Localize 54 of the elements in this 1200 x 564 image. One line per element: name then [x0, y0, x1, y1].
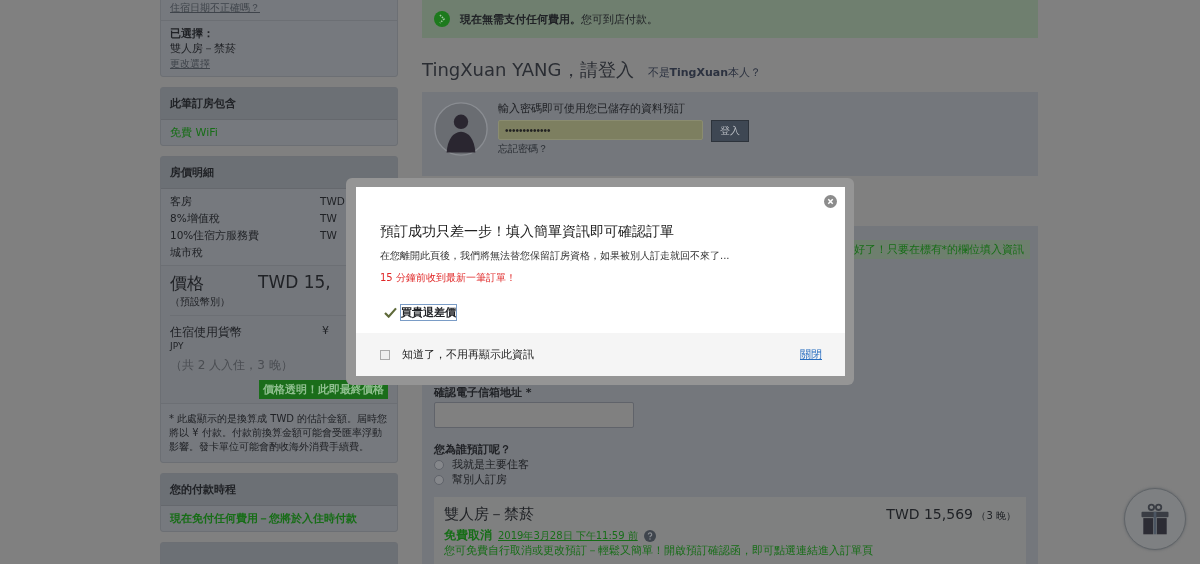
avatar-icon [434, 102, 488, 156]
price-value: TW [320, 211, 338, 226]
checkbox-label: 知道了，不用再顯示此資訊 [402, 347, 534, 362]
field-label: 確認電子信箱地址 * [434, 385, 533, 400]
checkmark-icon [384, 307, 397, 318]
login-heading: TingXuan YANG，請登入 [422, 58, 634, 82]
price-label: 價格 [170, 272, 205, 295]
modal-title: 預訂成功只差一步！填入簡單資訊即可確認訂單 [380, 223, 675, 241]
nights-text: （3 晚） [976, 510, 1016, 521]
currency-value: ¥ [322, 324, 329, 339]
price-total: TWD 15, [258, 272, 331, 294]
card-title: 房價明細 [161, 157, 397, 189]
login-prompt: 輸入密碼即可使用您已儲存的資料預訂 [498, 102, 686, 116]
currency-label: 住宿使用貨幣 [170, 324, 242, 341]
login-button[interactable]: 登入 [711, 120, 749, 142]
price-sublabel: （預設幣別） [170, 295, 230, 309]
cancel-text: 您可免費自行取消或更改預訂－輕鬆又簡單！開啟預訂確認函，即可點選連結進入訂單頁 [444, 544, 874, 558]
close-link[interactable]: 關閉 [800, 347, 822, 362]
radio-label: 我就是主要住客 [452, 457, 529, 472]
check-circle-icon [434, 11, 450, 27]
help-icon[interactable] [643, 529, 656, 542]
cancel-date: 2019年3月28日 下午11:59 前 [498, 528, 638, 543]
password-field[interactable]: ••••••••••••• [498, 120, 703, 140]
checkbox[interactable] [380, 349, 390, 360]
price-value: TWD [320, 194, 346, 209]
price-label: 10%住宿方服務費 [170, 228, 261, 243]
banner-text: 現在無需支付任何費用。您可到店付款。 [460, 11, 658, 27]
not-me-link[interactable]: 不是TingXuan本人？ [647, 65, 762, 80]
card-title: 您的付款時程 [161, 474, 397, 506]
radio-label: 幫別人訂房 [452, 472, 507, 487]
radio-button[interactable] [434, 459, 444, 470]
card-title: 此筆訂房包含 [161, 88, 397, 120]
feature-text: 買貴退差價 [401, 305, 456, 320]
modal-text: 在您離開此頁後，我們將無法替您保留訂房資格，如果被別人訂走就回不來了... [380, 249, 731, 263]
currency-note: * 此處顯示的是換算成 TWD 的估計金額。屆時您將以 ¥ 付款。付款前換算金額可能會受匯率浮動影響。發卡單位可能會酌收海外消費手續費。 [161, 403, 397, 462]
price-label: 8%增值稅 [170, 211, 221, 226]
price-label: 城市稅 [170, 245, 204, 260]
price-badge: 價格透明！此即最終價格 [259, 380, 388, 399]
price-label: 客房 [170, 194, 193, 209]
included-item: 免費 WiFi [170, 125, 219, 140]
question-label: 您為誰預訂呢？ [434, 442, 512, 457]
selected-label: 已選擇： [170, 26, 215, 41]
close-icon[interactable] [824, 195, 837, 208]
price-value: TW [320, 228, 338, 243]
payment-text: 現在免付任何費用－您將於入住時付款 [169, 511, 358, 527]
cancel-title: 免費取消 [444, 527, 492, 544]
radio-button[interactable] [434, 474, 444, 485]
room-price: TWD 15,569 [886, 506, 973, 522]
alert-text: 15 分鐘前收到最新一筆訂單！ [380, 271, 517, 285]
gift-button[interactable] [1124, 488, 1186, 550]
email-confirm-field[interactable] [434, 402, 634, 428]
room-name: 雙人房－禁菸 [444, 505, 534, 524]
selected-room: 雙人房－禁菸 [170, 41, 237, 56]
currency-code: JPY [170, 341, 185, 351]
